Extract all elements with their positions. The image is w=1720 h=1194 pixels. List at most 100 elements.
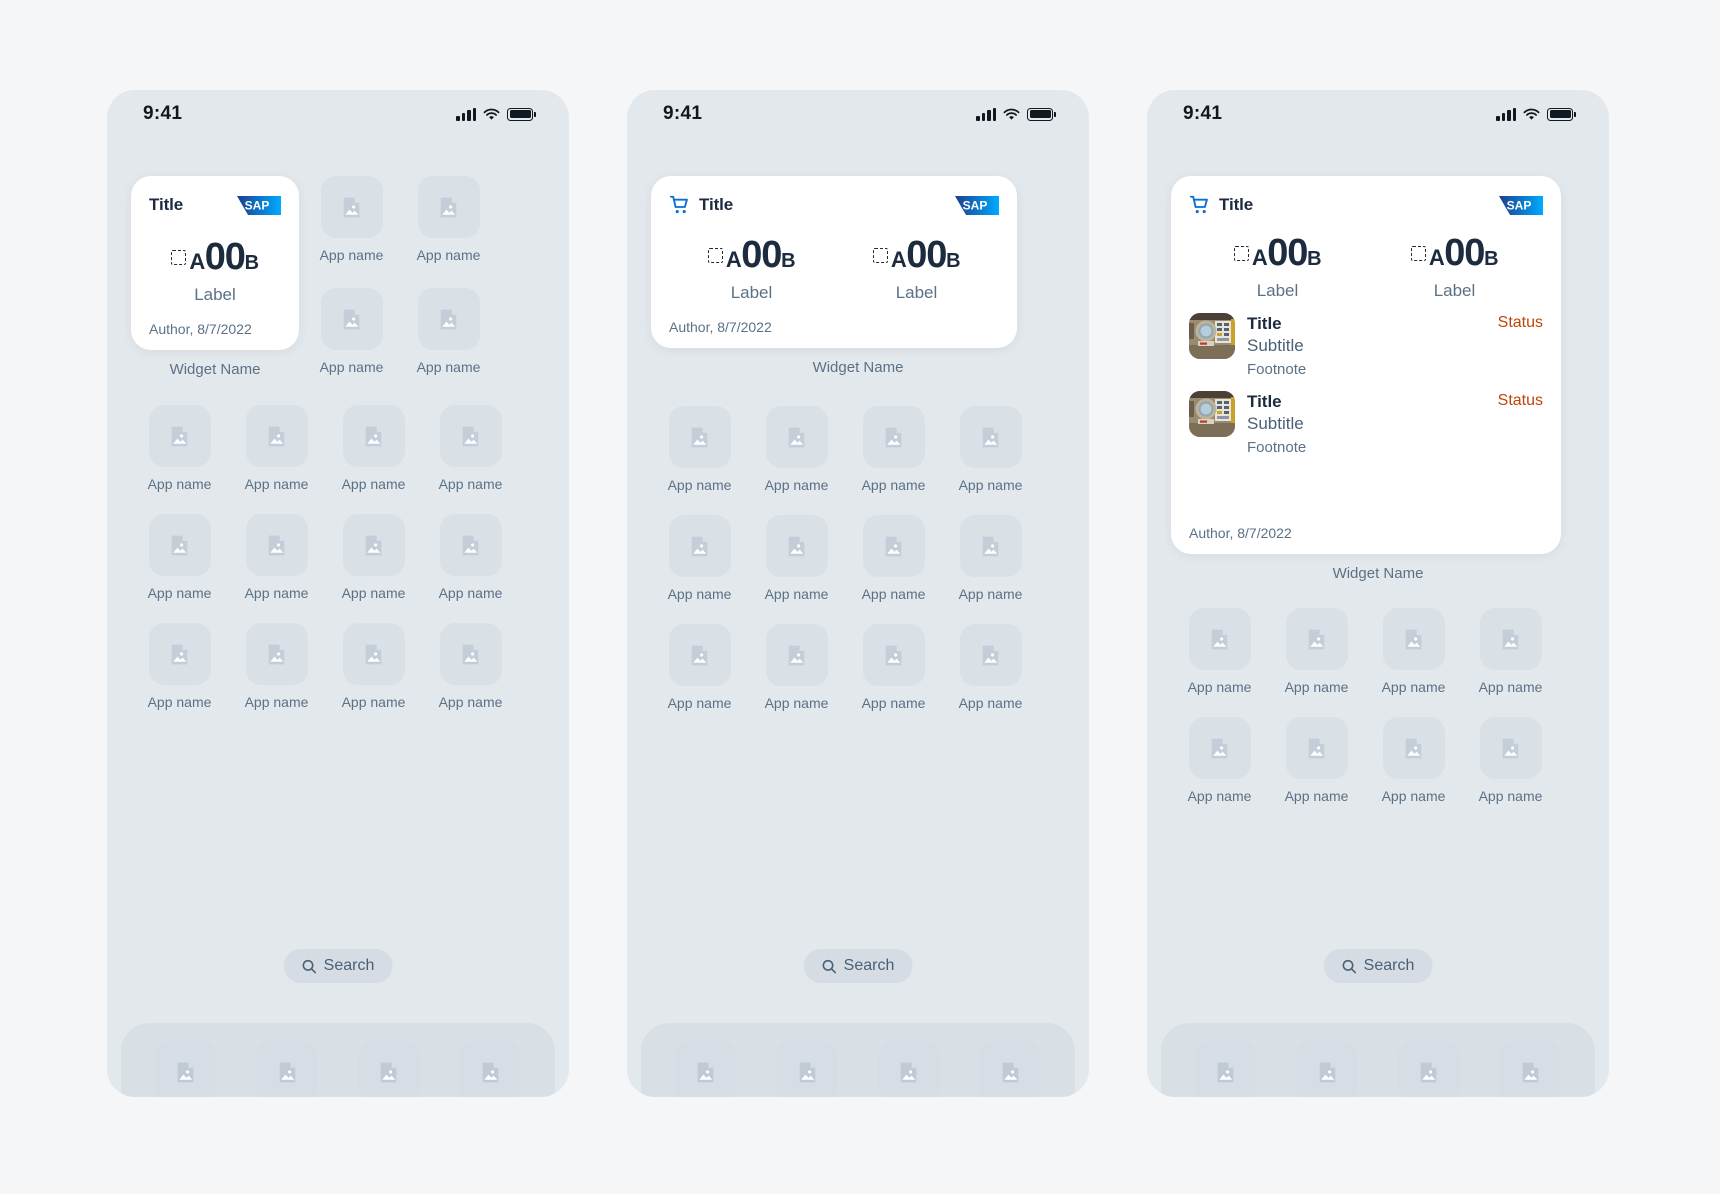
app-icon-cell[interactable]: App name	[400, 176, 497, 266]
app-tile[interactable]	[765, 406, 828, 468]
search-button[interactable]: Search	[803, 949, 913, 983]
dock-app-tile[interactable]	[459, 1041, 522, 1097]
app-tile[interactable]	[148, 623, 211, 685]
image-placeholder-icon	[268, 535, 285, 555]
list-item[interactable]: Title Subtitle Footnote Status	[1189, 390, 1543, 459]
app-tile[interactable]	[1479, 608, 1542, 670]
app-tile[interactable]	[245, 623, 308, 685]
widget-title: Title	[149, 195, 184, 214]
dock-app-tile[interactable]	[776, 1041, 839, 1097]
app-tile[interactable]	[439, 405, 502, 467]
dock-app-tile[interactable]	[674, 1041, 737, 1097]
app-tile[interactable]	[668, 406, 731, 468]
app-tile[interactable]	[320, 288, 383, 350]
app-icon-cell[interactable]: App name	[1365, 717, 1462, 804]
app-tile[interactable]	[342, 514, 405, 576]
search-button[interactable]: Search	[1323, 949, 1433, 983]
app-tile[interactable]	[959, 406, 1022, 468]
app-tile[interactable]	[1479, 717, 1542, 779]
app-icon-cell[interactable]: App name	[228, 623, 325, 710]
app-tile[interactable]	[765, 515, 828, 577]
status-bar: 9:41	[1147, 90, 1609, 138]
app-name-label: App name	[958, 586, 1023, 602]
kpi-widget-medium[interactable]: Title SAP A 00 B Label A 00 B Label Auth…	[651, 176, 1017, 348]
app-icon-cell[interactable]: App name	[942, 515, 1039, 602]
app-tile[interactable]	[862, 406, 925, 468]
app-tile[interactable]	[417, 176, 480, 238]
app-tile[interactable]	[417, 288, 480, 350]
app-icon-cell[interactable]: App name	[748, 515, 845, 602]
app-icon-cell[interactable]: App name	[1268, 608, 1365, 695]
dashed-square-placeholder-icon	[1233, 245, 1249, 261]
app-tile[interactable]	[1188, 608, 1251, 670]
app-icon-cell[interactable]: App name	[131, 405, 228, 492]
app-tile[interactable]	[959, 624, 1022, 686]
app-icon-cell[interactable]: App name	[1462, 717, 1559, 804]
app-tile[interactable]	[1382, 717, 1445, 779]
app-icon-cell[interactable]: App name	[1268, 717, 1365, 804]
app-icon-cell[interactable]: App name	[325, 405, 422, 492]
app-icon-cell[interactable]: App name	[1171, 608, 1268, 695]
app-tile[interactable]	[1285, 717, 1348, 779]
search-button[interactable]: Search	[283, 949, 393, 983]
app-icon-cell[interactable]: App name	[845, 406, 942, 493]
app-icon-cell[interactable]: App name	[325, 514, 422, 601]
app-tile[interactable]	[668, 624, 731, 686]
app-icon-cell[interactable]: App name	[942, 406, 1039, 493]
app-icon-cell[interactable]: App name	[651, 624, 748, 711]
app-icon-cell[interactable]: App name	[845, 624, 942, 711]
app-tile[interactable]	[862, 624, 925, 686]
app-icon-cell[interactable]: App name	[325, 623, 422, 710]
app-tile[interactable]	[1188, 717, 1251, 779]
app-icon-cell[interactable]: App name	[303, 176, 400, 266]
app-tile[interactable]	[439, 514, 502, 576]
app-tile[interactable]	[148, 405, 211, 467]
app-icon-cell[interactable]: App name	[1171, 717, 1268, 804]
sap-logo: SAP	[1499, 195, 1543, 215]
app-icon-cell[interactable]: App name	[422, 405, 519, 492]
app-icon-cell[interactable]: App name	[942, 624, 1039, 711]
app-icon-cell[interactable]: App name	[228, 405, 325, 492]
app-tile[interactable]	[245, 514, 308, 576]
app-icon-cell[interactable]: App name	[1365, 608, 1462, 695]
dock-app-tile[interactable]	[877, 1041, 940, 1097]
app-icon-cell[interactable]: App name	[228, 514, 325, 601]
app-tile[interactable]	[148, 514, 211, 576]
kpi-widget-small[interactable]: Title SAP A 00 B Label Author, 8/7/2022	[131, 176, 299, 350]
app-icon-cell[interactable]: App name	[131, 623, 228, 710]
app-icon-cell[interactable]: App name	[651, 406, 748, 493]
app-icon-cell[interactable]: App name	[303, 288, 400, 378]
app-tile[interactable]	[1382, 608, 1445, 670]
app-tile[interactable]	[320, 176, 383, 238]
app-icon-cell[interactable]: App name	[131, 514, 228, 601]
dock-app-tile[interactable]	[256, 1041, 319, 1097]
app-icon-cell[interactable]: App name	[400, 288, 497, 378]
app-icon-cell[interactable]: App name	[651, 515, 748, 602]
app-icon-cell[interactable]: App name	[422, 514, 519, 601]
kpi-list-widget-large[interactable]: Title SAP A 00 B Label A 00 B Label Titl…	[1171, 176, 1561, 554]
dock-app-tile[interactable]	[1194, 1041, 1257, 1097]
app-tile[interactable]	[342, 405, 405, 467]
app-tile[interactable]	[439, 623, 502, 685]
list-item[interactable]: Title Subtitle Footnote Status	[1189, 313, 1543, 381]
app-tile[interactable]	[862, 515, 925, 577]
search-icon	[822, 959, 837, 973]
dock-app-tile[interactable]	[979, 1041, 1042, 1097]
dock-app-tile[interactable]	[1499, 1041, 1562, 1097]
app-tile[interactable]	[668, 515, 731, 577]
dock-app-tile[interactable]	[154, 1041, 217, 1097]
dock-app-tile[interactable]	[357, 1041, 420, 1097]
app-tile[interactable]	[1285, 608, 1348, 670]
dock-app-tile[interactable]	[1397, 1041, 1460, 1097]
app-tile[interactable]	[959, 515, 1022, 577]
search-label: Search	[1363, 957, 1415, 974]
app-icon-cell[interactable]: App name	[422, 623, 519, 710]
app-icon-cell[interactable]: App name	[748, 406, 845, 493]
app-tile[interactable]	[765, 624, 828, 686]
dock-app-tile[interactable]	[1296, 1041, 1359, 1097]
app-icon-cell[interactable]: App name	[845, 515, 942, 602]
app-tile[interactable]	[245, 405, 308, 467]
app-icon-cell[interactable]: App name	[748, 624, 845, 711]
app-tile[interactable]	[342, 623, 405, 685]
app-icon-cell[interactable]: App name	[1462, 608, 1559, 695]
